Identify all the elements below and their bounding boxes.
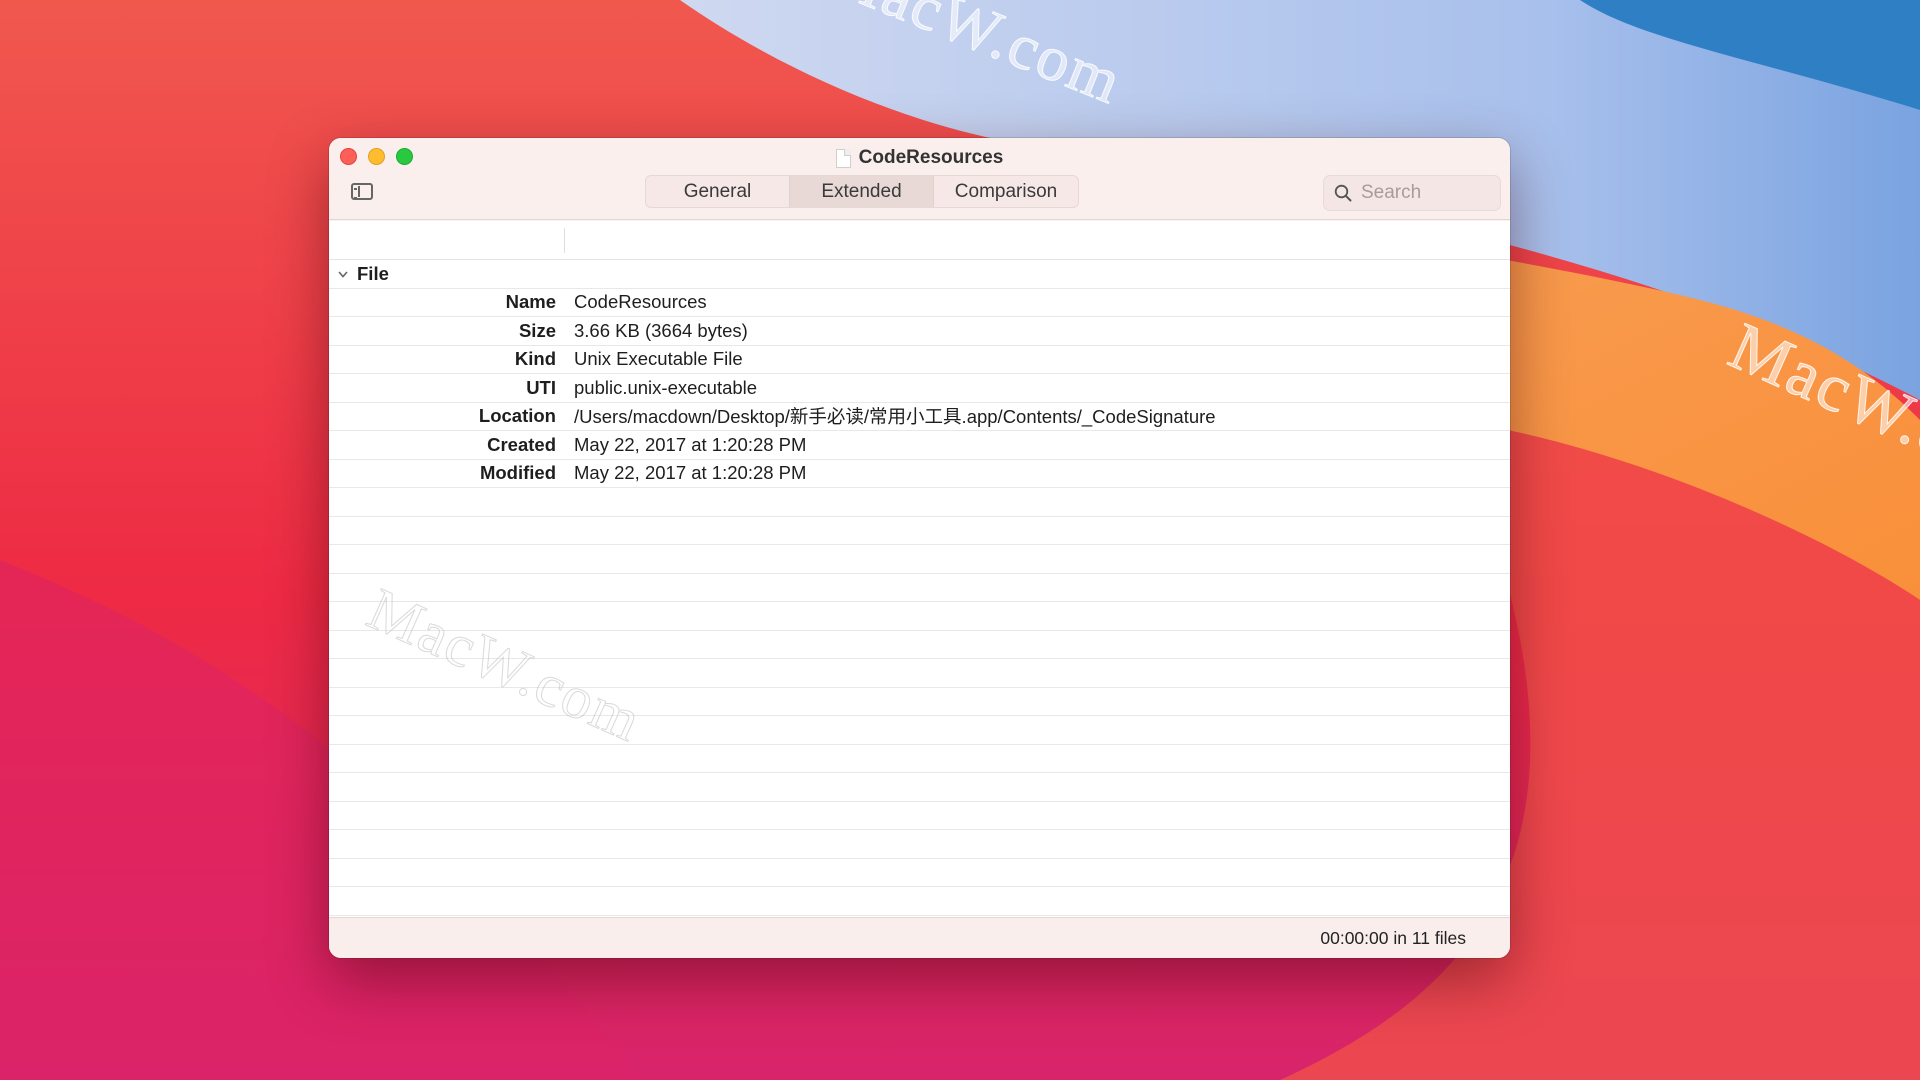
table-row[interactable]: Kind Unix Executable File — [329, 346, 1510, 374]
column-divider[interactable] — [564, 228, 565, 253]
tab-extended[interactable]: Extended — [790, 176, 934, 207]
property-key: Name — [505, 291, 556, 313]
chevron-down-icon[interactable] — [329, 268, 357, 280]
view-tabs: General Extended Comparison — [645, 175, 1079, 208]
property-value: 3.66 KB (3664 bytes) — [574, 319, 748, 341]
property-key: UTI — [526, 376, 556, 398]
info-window: CodeResources General Extended Compariso… — [329, 138, 1510, 958]
table-rows: File Name CodeResources Size 3.66 KB (3664… — [329, 260, 1510, 916]
empty-row — [329, 602, 1510, 631]
group-row-file[interactable]: File — [329, 260, 1510, 289]
sidebar-toggle-icon[interactable] — [351, 183, 373, 200]
empty-row — [329, 887, 1510, 916]
property-key: Size — [518, 319, 556, 341]
document-icon — [835, 148, 851, 168]
empty-row — [329, 659, 1510, 688]
magnifier-icon — [1334, 184, 1352, 202]
property-value: public.unix-executable — [574, 376, 758, 398]
empty-row — [329, 574, 1510, 602]
property-key: Modified — [479, 462, 556, 484]
table-row[interactable]: Modified May 22, 2017 at 1:20:28 PM — [329, 460, 1510, 488]
tab-comparison[interactable]: Comparison — [934, 176, 1078, 207]
group-label: File — [357, 262, 389, 284]
property-value: /Users/macdown/Desktop/新手必读/常用小工具.app/Co… — [574, 406, 1216, 428]
status-text: 00:00:00 in 11 files — [1320, 928, 1466, 948]
empty-row — [329, 517, 1510, 545]
window-title: CodeResources — [329, 147, 1510, 169]
property-key: Location — [478, 405, 556, 427]
property-value: Unix Executable File — [574, 348, 743, 370]
empty-row — [329, 716, 1510, 745]
property-value: CodeResources — [574, 291, 707, 313]
empty-row — [329, 802, 1510, 830]
empty-row — [329, 830, 1510, 859]
empty-row — [329, 688, 1510, 716]
tab-general[interactable]: General — [646, 176, 790, 207]
table-row[interactable]: Size 3.66 KB (3664 bytes) — [329, 317, 1510, 346]
table-row[interactable]: Location/Users/macdown/Desktop/新手必读/常用小工… — [329, 403, 1510, 431]
table-header — [329, 221, 1510, 260]
search-field[interactable] — [1323, 175, 1501, 211]
empty-row — [329, 631, 1510, 659]
table-row[interactable]: Created May 22, 2017 at 1:20:28 PM — [329, 431, 1510, 460]
property-key: Created — [487, 433, 556, 455]
table-row[interactable]: UTI public.unix-executable — [329, 374, 1510, 403]
property-key: Kind — [514, 348, 556, 370]
status-bar: 00:00:00 in 11 files — [329, 917, 1510, 958]
empty-row — [329, 545, 1510, 574]
empty-row — [329, 488, 1510, 517]
property-value: May 22, 2017 at 1:20:28 PM — [574, 433, 807, 455]
empty-row — [329, 859, 1510, 887]
empty-row — [329, 773, 1510, 802]
property-value: May 22, 2017 at 1:20:28 PM — [574, 462, 807, 484]
table-row[interactable]: Name CodeResources — [329, 289, 1510, 317]
search-input[interactable] — [1361, 182, 1481, 204]
properties-table: File Name CodeResources Size 3.66 KB (3664… — [329, 221, 1510, 917]
window-title-text: CodeResources — [858, 147, 1004, 168]
titlebar: CodeResources General Extended Compariso… — [329, 138, 1510, 220]
empty-row — [329, 745, 1510, 773]
